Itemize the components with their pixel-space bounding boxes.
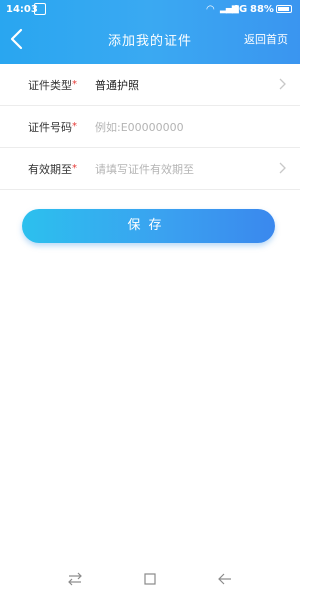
required-mark: * <box>72 79 77 90</box>
field-label: 有效期至* <box>28 161 77 177</box>
expiry-date-row[interactable]: 有效期至* 请填写证件有效期至 <box>0 148 300 190</box>
nav-bar: 添加我的证件 返回首页 <box>0 22 300 58</box>
switch-arrows-icon[interactable] <box>66 570 84 588</box>
wifi-icon: ◠ <box>206 4 215 15</box>
certificate-number-row: 证件号码* 例如:E00000000 <box>0 106 300 148</box>
certificate-number-label: 证件号码 <box>28 121 72 134</box>
certificate-type-row[interactable]: 证件类型* 普通护照 <box>0 64 300 106</box>
certificate-number-input[interactable]: 例如:E00000000 <box>95 119 184 135</box>
save-button[interactable]: 保存 <box>22 209 275 243</box>
return-home-link[interactable]: 返回首页 <box>244 31 288 47</box>
chevron-right-icon <box>278 160 288 176</box>
battery-percent: 88% <box>250 4 274 15</box>
square-icon[interactable] <box>141 570 159 588</box>
certificate-type-label: 证件类型 <box>28 79 72 92</box>
app-header: 14:03 ◠ ▂▄▆ 4G 88% 添加我的证件 返回首页 <box>0 0 300 64</box>
certificate-form: 证件类型* 普通护照 证件号码* 例如:E00000000 有效期至* 请填写证… <box>0 64 300 190</box>
network-type: 4G <box>232 4 248 15</box>
expiry-date-placeholder: 请填写证件有效期至 <box>95 163 194 176</box>
expiry-date-label: 有效期至 <box>28 163 72 176</box>
system-nav-bar <box>0 560 300 600</box>
required-mark: * <box>72 121 77 132</box>
chevron-right-icon <box>278 76 288 92</box>
field-label: 证件号码* <box>28 119 77 135</box>
field-label: 证件类型* <box>28 77 77 93</box>
certificate-type-value: 普通护照 <box>95 79 139 92</box>
battery-icon <box>276 5 292 13</box>
required-mark: * <box>72 163 77 174</box>
arrow-left-icon[interactable] <box>216 570 234 588</box>
status-bar: 14:03 ◠ ▂▄▆ 4G 88% <box>0 0 300 20</box>
app-notification-icon <box>34 3 46 15</box>
